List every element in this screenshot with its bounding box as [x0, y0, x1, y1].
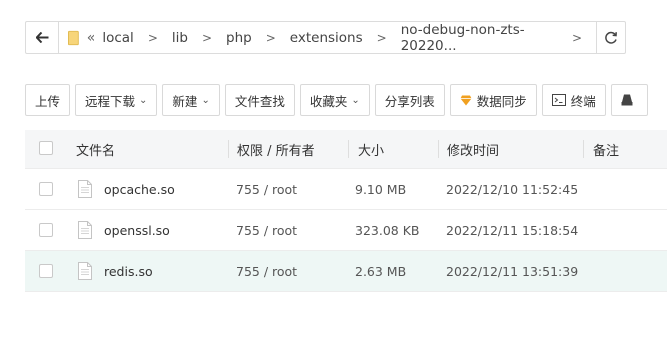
table-row[interactable]: opcache.so 755 / root 9.10 MB 2022/12/10… [25, 169, 667, 210]
terminal-label: 终端 [570, 93, 596, 109]
upload-label: 上传 [35, 93, 61, 109]
header-size[interactable]: 大小 [358, 140, 384, 159]
column-divider[interactable] [348, 140, 349, 158]
disk-icon [621, 94, 633, 106]
file-table: 文件名 权限 / 所有者 大小 修改时间 备注 opcache.so 755 /… [25, 130, 667, 292]
share-list-label: 分享列表 [384, 93, 435, 109]
column-divider[interactable] [583, 140, 584, 158]
column-divider[interactable] [228, 140, 229, 158]
file-name[interactable]: opcache.so [104, 182, 175, 197]
file-icon [78, 221, 92, 239]
refresh-button[interactable] [596, 22, 625, 53]
favorites-label: 收藏夹 [309, 93, 348, 109]
crumb-label: no-debug-non-zts-20220... [400, 21, 525, 54]
crumb-label: php [226, 29, 252, 46]
new-button[interactable]: 新建 ⌄ [162, 84, 220, 116]
file-modified-time: 2022/12/11 13:51:39 [446, 263, 579, 279]
header-note[interactable]: 备注 [593, 140, 619, 159]
crumb-label: lib [171, 29, 188, 46]
crumb-lib[interactable]: lib > [172, 30, 226, 46]
table-row[interactable]: openssl.so 755 / root 323.08 KB 2022/12/… [25, 210, 667, 251]
chevron-right-icon: > [265, 30, 276, 45]
crumb-label: local [102, 29, 134, 46]
crumb-local[interactable]: local > [102, 30, 172, 46]
breadcrumb: « local > lib > php > extensions > no-debug-… [59, 22, 596, 54]
folder-icon [68, 30, 79, 45]
remote-download-label: 远程下载 [85, 93, 136, 109]
file-search-label: 文件查找 [234, 93, 285, 109]
disk-button[interactable] [610, 84, 648, 116]
back-button[interactable] [26, 22, 59, 53]
refresh-icon [605, 31, 617, 44]
file-size: 9.10 MB [355, 181, 407, 197]
file-modified-time: 2022/12/10 11:52:45 [446, 181, 579, 197]
data-sync-label: 数据同步 [476, 93, 527, 109]
row-checkbox[interactable] [39, 223, 53, 237]
chevron-right-icon: > [376, 30, 387, 45]
file-modified-time: 2022/12/11 15:18:54 [446, 222, 579, 238]
upload-button[interactable]: 上传 [25, 84, 71, 116]
file-name[interactable]: redis.so [104, 264, 153, 279]
double-chevron-left-icon[interactable]: « [87, 30, 96, 46]
chevron-down-icon: ⌄ [351, 94, 360, 106]
file-icon [78, 262, 92, 280]
crumb-label: extensions [289, 29, 363, 46]
header-filename[interactable]: 文件名 [76, 140, 115, 159]
arrow-left-icon [35, 32, 48, 43]
diamond-icon [460, 95, 472, 106]
chevron-right-icon: > [571, 30, 582, 45]
header-permission[interactable]: 权限 / 所有者 [237, 140, 315, 159]
chevron-right-icon: > [147, 30, 158, 45]
file-permission[interactable]: 755 / root [236, 182, 297, 197]
crumb-php[interactable]: php > [226, 30, 290, 46]
terminal-button[interactable]: 终端 [541, 84, 606, 116]
chevron-right-icon: > [201, 30, 213, 45]
select-all-checkbox[interactable] [39, 141, 53, 155]
new-label: 新建 [172, 93, 198, 109]
share-list-button[interactable]: 分享列表 [374, 84, 445, 116]
file-size: 2.63 MB [355, 263, 407, 279]
chevron-down-icon: ⌄ [139, 94, 148, 106]
toolbar: 上传 远程下载 ⌄ 新建 ⌄ 文件查找 收藏夹 ⌄ 分享列表 数据同步 终端 [25, 84, 648, 116]
file-size: 323.08 KB [355, 222, 420, 238]
chevron-down-icon: ⌄ [201, 94, 210, 106]
table-header: 文件名 权限 / 所有者 大小 修改时间 备注 [25, 130, 667, 169]
row-checkbox[interactable] [39, 264, 53, 278]
crumb-current[interactable]: no-debug-non-zts-20220... > [401, 22, 596, 54]
column-divider[interactable] [438, 140, 439, 158]
file-permission[interactable]: 755 / root [236, 223, 297, 238]
table-row[interactable]: redis.so 755 / root 2.63 MB 2022/12/11 1… [25, 251, 667, 292]
file-permission[interactable]: 755 / root [236, 264, 297, 279]
remote-download-button[interactable]: 远程下载 ⌄ [75, 84, 158, 116]
header-modified-time[interactable]: 修改时间 [447, 140, 499, 159]
file-icon [78, 180, 92, 198]
crumb-extensions[interactable]: extensions > [290, 30, 401, 46]
favorites-button[interactable]: 收藏夹 ⌄ [299, 84, 370, 116]
path-bar: « local > lib > php > extensions > no-debug-… [25, 21, 626, 54]
row-checkbox[interactable] [39, 182, 53, 196]
file-search-button[interactable]: 文件查找 [224, 84, 295, 116]
terminal-icon [551, 94, 566, 106]
file-name[interactable]: openssl.so [104, 223, 170, 238]
data-sync-button[interactable]: 数据同步 [449, 84, 537, 116]
